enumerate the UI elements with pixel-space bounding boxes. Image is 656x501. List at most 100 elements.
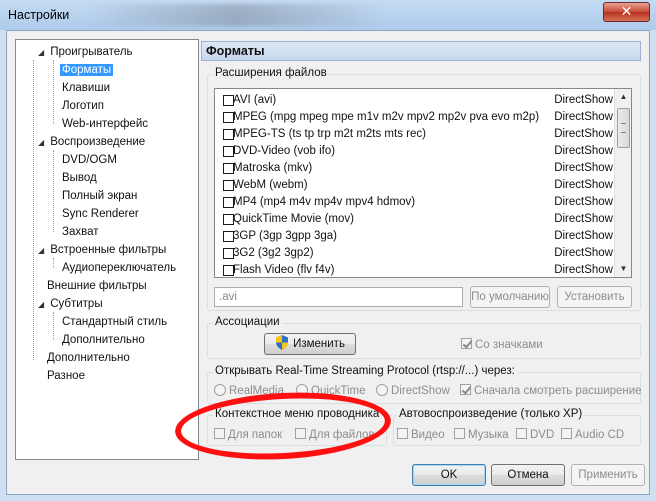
tree-item-dvd-ogm[interactable]: DVD/OGM <box>62 152 117 168</box>
list-item[interactable]: MPEG-TS (ts tp trp m2t m2ts mts rec) Dir… <box>217 126 613 143</box>
list-item[interactable]: QuickTime Movie (mov) DirectShow <box>217 211 613 228</box>
tree-item-label: Вывод <box>62 172 97 184</box>
tree-item-subtitles-advanced[interactable]: Дополнительно <box>62 332 145 348</box>
with-icons-checkbox[interactable]: Со значками <box>461 338 543 352</box>
autoplay-music-checkbox[interactable]: Музыка <box>454 428 509 442</box>
list-item[interactable]: DVD-Video (vob ifo) DirectShow <box>217 143 613 160</box>
autoplay-music-label: Музыка <box>468 429 509 441</box>
autoplay-dvd-checkbox[interactable]: DVD <box>516 428 554 442</box>
tree-item-label: Стандартный стиль <box>62 316 168 328</box>
tree-item-player[interactable]: ◢ Проигрыватель <box>38 44 133 60</box>
tree-item-label: Дополнительно <box>62 334 145 346</box>
tree-item-logo[interactable]: Логотип <box>62 98 104 114</box>
tree-item-label: Полный экран <box>62 190 138 202</box>
scroll-down-icon[interactable]: ▼ <box>618 264 629 273</box>
tree-item-audio-switcher[interactable]: Аудиопереключатель <box>62 260 176 276</box>
radio-circle <box>296 384 308 396</box>
tree-item-output[interactable]: Вывод <box>62 170 97 186</box>
rtsp-directshow-radio[interactable]: DirectShow <box>376 384 450 398</box>
cancel-button[interactable]: Отмена <box>491 464 565 486</box>
format-name: Matroska (mkv) <box>233 162 313 174</box>
list-item[interactable]: MP4 (mp4 m4v mp4v mpv4 hdmov) DirectShow <box>217 194 613 211</box>
tree-item-label: Клавиши <box>62 82 110 94</box>
scroll-up-icon[interactable]: ▲ <box>618 92 629 101</box>
for-files-checkbox[interactable]: Для файлов <box>295 428 375 442</box>
list-item[interactable]: 3G2 (3g2 3gp2) DirectShow <box>217 245 613 262</box>
tree-item-capture[interactable]: Захват <box>62 224 98 240</box>
default-button[interactable]: По умолчанию <box>470 286 550 308</box>
tree-item-label: Логотип <box>62 100 104 112</box>
tree-connector <box>53 312 54 340</box>
rtsp-realmedia-radio[interactable]: RealMedia <box>214 384 284 398</box>
extension-field[interactable]: .avi <box>214 287 463 307</box>
tree-item-internal-filters[interactable]: ◢ Встроенные фильтры <box>38 242 166 258</box>
page-title: Форматы <box>201 41 641 61</box>
extensions-list[interactable]: AVI (avi) DirectShow MPEG (mpg mpeg mpe … <box>214 88 632 278</box>
window-title: Настройки <box>8 8 70 22</box>
tree-connector <box>53 258 54 268</box>
radio-circle <box>376 384 388 396</box>
set-button[interactable]: Установить <box>557 286 632 308</box>
check-extension-check <box>460 384 471 395</box>
rtsp-quicktime-radio[interactable]: QuickTime <box>296 384 366 398</box>
format-filter: DirectShow <box>554 179 613 191</box>
for-files-label: Для файлов <box>309 429 375 441</box>
autoplay-audio-cd-checkbox[interactable]: Audio CD <box>561 428 624 442</box>
tree-item-keys[interactable]: Клавиши <box>62 80 110 96</box>
collapse-icon[interactable]: ◢ <box>38 243 47 259</box>
check-extension-checkbox[interactable]: Сначала смотреть расширение <box>460 384 642 398</box>
collapse-icon[interactable]: ◢ <box>38 297 47 313</box>
tree-item-label: Проигрыватель <box>50 46 133 58</box>
format-filter: DirectShow <box>554 247 613 259</box>
scrollbar-thumb[interactable] <box>617 108 630 148</box>
autoplay-audio-cd-check <box>561 428 572 439</box>
list-item[interactable]: AVI (avi) DirectShow <box>217 92 613 109</box>
format-name: DVD-Video (vob ifo) <box>233 145 336 157</box>
context-menu-group-label: Контекстное меню проводника <box>213 408 382 421</box>
list-item[interactable]: Matroska (mkv) DirectShow <box>217 160 613 177</box>
tree-item-external-filters[interactable]: Внешние фильтры <box>47 278 147 294</box>
tree-item-label: Субтитры <box>50 298 103 310</box>
tree-item-label: Форматы <box>60 64 114 76</box>
tree-item-advanced[interactable]: Дополнительно <box>47 350 130 366</box>
tree-item-default-style[interactable]: Стандартный стиль <box>62 314 167 330</box>
tree-item-web-interface[interactable]: Web-интерфейс <box>62 116 148 132</box>
list-item[interactable]: MPEG (mpg mpeg mpe m1v m2v mpv2 mp2v pva… <box>217 109 613 126</box>
close-button[interactable]: ✕ <box>603 2 650 22</box>
uac-shield-icon <box>276 335 289 350</box>
with-icons-label: Со значками <box>475 339 543 351</box>
collapse-icon[interactable]: ◢ <box>38 45 47 61</box>
autoplay-audio-cd-label: Audio CD <box>575 429 625 441</box>
list-item[interactable]: 3GP (3gp 3gpp 3ga) DirectShow <box>217 228 613 245</box>
tree-item-label: Встроенные фильтры <box>50 244 167 256</box>
tree-item-fullscreen[interactable]: Полный экран <box>62 188 137 204</box>
list-item[interactable]: WebM (webm) DirectShow <box>217 177 613 194</box>
background-window-ghost <box>86 4 386 26</box>
ok-button[interactable]: OK <box>412 464 486 486</box>
tree-item-label: DVD/OGM <box>62 154 117 166</box>
tree-item-playback[interactable]: ◢ Воспроизведение <box>38 134 145 150</box>
autoplay-video-checkbox[interactable]: Видео <box>397 428 445 442</box>
tree-item-label: Аудиопереключатель <box>62 262 177 274</box>
change-button-label: Изменить <box>293 338 345 350</box>
tree-item-subtitles[interactable]: ◢ Субтитры <box>38 296 103 312</box>
associations-group-label: Ассоциации <box>213 316 282 329</box>
list-item[interactable]: Flash Video (flv f4v) DirectShow <box>217 262 613 277</box>
close-icon: ✕ <box>620 3 633 19</box>
for-files-check <box>295 428 306 439</box>
tree-item-sync-renderer[interactable]: Sync Renderer <box>62 206 139 222</box>
apply-button[interactable]: Применить <box>571 464 645 486</box>
tree-item-misc[interactable]: Разное <box>47 368 85 384</box>
change-button[interactable]: Изменить <box>264 333 356 355</box>
tree-item-formats[interactable]: Форматы <box>60 62 114 78</box>
settings-tree: ◢ Проигрыватель Форматы Клавиши Логотип … <box>15 39 199 460</box>
autoplay-music-check <box>454 428 465 439</box>
autoplay-video-label: Видео <box>411 429 445 441</box>
for-folders-checkbox[interactable]: Для папок <box>214 428 282 442</box>
collapse-icon[interactable]: ◢ <box>38 135 47 151</box>
format-name: WebM (webm) <box>233 179 308 191</box>
check-extension-label: Сначала смотреть расширение <box>474 385 642 397</box>
format-filter: DirectShow <box>554 196 613 208</box>
list-scrollbar[interactable]: ▲ ▼ <box>614 89 631 277</box>
tree-connector <box>33 60 34 360</box>
